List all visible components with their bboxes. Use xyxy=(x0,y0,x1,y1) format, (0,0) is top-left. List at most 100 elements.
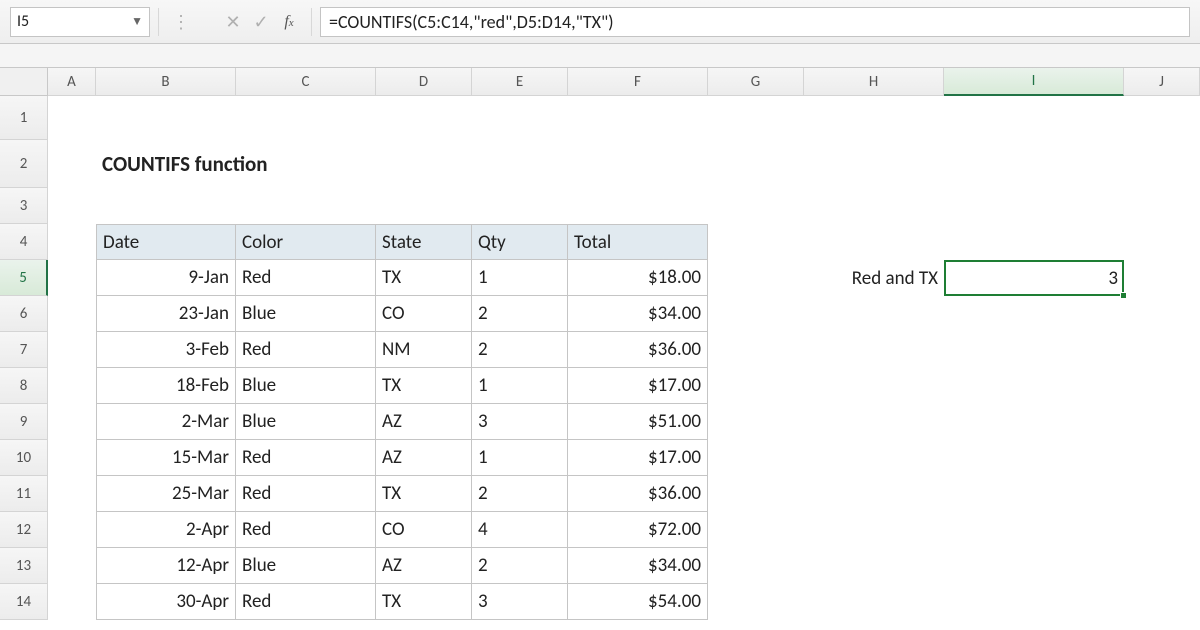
row-head-8[interactable]: 8 xyxy=(0,368,48,404)
cell-C7[interactable]: Red xyxy=(236,332,376,368)
cell-D3[interactable] xyxy=(376,188,472,224)
cell-I2[interactable] xyxy=(944,140,1124,188)
col-head-J[interactable]: J xyxy=(1124,68,1200,96)
cell-A3[interactable] xyxy=(48,188,96,224)
cell-E7[interactable]: 2 xyxy=(472,332,568,368)
cell-B6[interactable]: 23-Jan xyxy=(96,296,236,332)
cell-H10[interactable] xyxy=(804,440,944,476)
cell-C8[interactable]: Blue xyxy=(236,368,376,404)
cell-D10[interactable]: AZ xyxy=(376,440,472,476)
cell-B8[interactable]: 18-Feb xyxy=(96,368,236,404)
cell-J11[interactable] xyxy=(1124,476,1200,512)
cell-D14[interactable]: TX xyxy=(376,584,472,620)
cell-J2[interactable] xyxy=(1124,140,1200,188)
cell-F2[interactable] xyxy=(568,140,708,188)
cell-A10[interactable] xyxy=(48,440,96,476)
cell-B12[interactable]: 2-Apr xyxy=(96,512,236,548)
cell-E13[interactable]: 2 xyxy=(472,548,568,584)
cell-I8[interactable] xyxy=(944,368,1124,404)
cell-E3[interactable] xyxy=(472,188,568,224)
cell-I12[interactable] xyxy=(944,512,1124,548)
header-date[interactable]: Date xyxy=(96,224,236,260)
row-head-3[interactable]: 3 xyxy=(0,188,48,224)
page-title[interactable]: COUNTIFS function xyxy=(96,140,472,188)
col-head-F[interactable]: F xyxy=(568,68,708,96)
header-color[interactable]: Color xyxy=(236,224,376,260)
cell-E6[interactable]: 2 xyxy=(472,296,568,332)
row-head-1[interactable]: 1 xyxy=(0,96,48,140)
cell-E10[interactable]: 1 xyxy=(472,440,568,476)
cell-J4[interactable] xyxy=(1124,224,1200,260)
spreadsheet-grid[interactable]: A B C D E F G H I J 1 2 COUNTIFS functio… xyxy=(0,68,1200,620)
cell-I11[interactable] xyxy=(944,476,1124,512)
col-head-D[interactable]: D xyxy=(376,68,472,96)
cell-B11[interactable]: 25-Mar xyxy=(96,476,236,512)
row-head-12[interactable]: 12 xyxy=(0,512,48,548)
cell-A1[interactable] xyxy=(48,96,96,140)
cell-I1[interactable] xyxy=(944,96,1124,140)
cell-I9[interactable] xyxy=(944,404,1124,440)
cell-G5[interactable] xyxy=(708,260,804,296)
cell-J7[interactable] xyxy=(1124,332,1200,368)
row-head-5[interactable]: 5 xyxy=(0,260,48,296)
cell-H9[interactable] xyxy=(804,404,944,440)
cell-J12[interactable] xyxy=(1124,512,1200,548)
cell-H13[interactable] xyxy=(804,548,944,584)
cell-D11[interactable]: TX xyxy=(376,476,472,512)
cell-I5-active[interactable]: 3 xyxy=(944,260,1124,296)
cell-E12[interactable]: 4 xyxy=(472,512,568,548)
cell-J10[interactable] xyxy=(1124,440,1200,476)
cell-F13[interactable]: $34.00 xyxy=(568,548,708,584)
col-head-G[interactable]: G xyxy=(708,68,804,96)
col-head-C[interactable]: C xyxy=(236,68,376,96)
cell-F6[interactable]: $34.00 xyxy=(568,296,708,332)
cell-C3[interactable] xyxy=(236,188,376,224)
row-head-14[interactable]: 14 xyxy=(0,584,48,620)
formula-input[interactable]: =COUNTIFS(C5:C14,"red",D5:D14,"TX") xyxy=(320,7,1190,37)
cell-A6[interactable] xyxy=(48,296,96,332)
cell-J1[interactable] xyxy=(1124,96,1200,140)
cell-A11[interactable] xyxy=(48,476,96,512)
cell-F5[interactable]: $18.00 xyxy=(568,260,708,296)
cell-J13[interactable] xyxy=(1124,548,1200,584)
row-head-11[interactable]: 11 xyxy=(0,476,48,512)
cell-D6[interactable]: CO xyxy=(376,296,472,332)
cell-D13[interactable]: AZ xyxy=(376,548,472,584)
cell-H4[interactable] xyxy=(804,224,944,260)
col-head-H[interactable]: H xyxy=(804,68,944,96)
cancel-icon[interactable]: ✕ xyxy=(219,11,247,33)
cell-C9[interactable]: Blue xyxy=(236,404,376,440)
select-all-corner[interactable] xyxy=(0,68,48,96)
col-head-A[interactable]: A xyxy=(48,68,96,96)
cell-I4[interactable] xyxy=(944,224,1124,260)
cell-A8[interactable] xyxy=(48,368,96,404)
cell-G11[interactable] xyxy=(708,476,804,512)
cell-H6[interactable] xyxy=(804,296,944,332)
cell-B14[interactable]: 30-Apr xyxy=(96,584,236,620)
cell-F11[interactable]: $36.00 xyxy=(568,476,708,512)
cell-E8[interactable]: 1 xyxy=(472,368,568,404)
cell-D9[interactable]: AZ xyxy=(376,404,472,440)
cell-H7[interactable] xyxy=(804,332,944,368)
cell-E2[interactable] xyxy=(472,140,568,188)
cell-C5[interactable]: Red xyxy=(236,260,376,296)
cell-C1[interactable] xyxy=(236,96,376,140)
cell-G10[interactable] xyxy=(708,440,804,476)
cell-C12[interactable]: Red xyxy=(236,512,376,548)
row-head-4[interactable]: 4 xyxy=(0,224,48,260)
cell-A12[interactable] xyxy=(48,512,96,548)
cell-F3[interactable] xyxy=(568,188,708,224)
cell-F10[interactable]: $17.00 xyxy=(568,440,708,476)
header-total[interactable]: Total xyxy=(568,224,708,260)
cell-E1[interactable] xyxy=(472,96,568,140)
cell-B1[interactable] xyxy=(96,96,236,140)
cell-F14[interactable]: $54.00 xyxy=(568,584,708,620)
cell-H3[interactable] xyxy=(804,188,944,224)
cell-H14[interactable] xyxy=(804,584,944,620)
cell-F12[interactable]: $72.00 xyxy=(568,512,708,548)
cell-G14[interactable] xyxy=(708,584,804,620)
enter-icon[interactable]: ✓ xyxy=(247,11,275,33)
cell-D8[interactable]: TX xyxy=(376,368,472,404)
fx-icon[interactable]: fx xyxy=(275,13,303,31)
header-qty[interactable]: Qty xyxy=(472,224,568,260)
